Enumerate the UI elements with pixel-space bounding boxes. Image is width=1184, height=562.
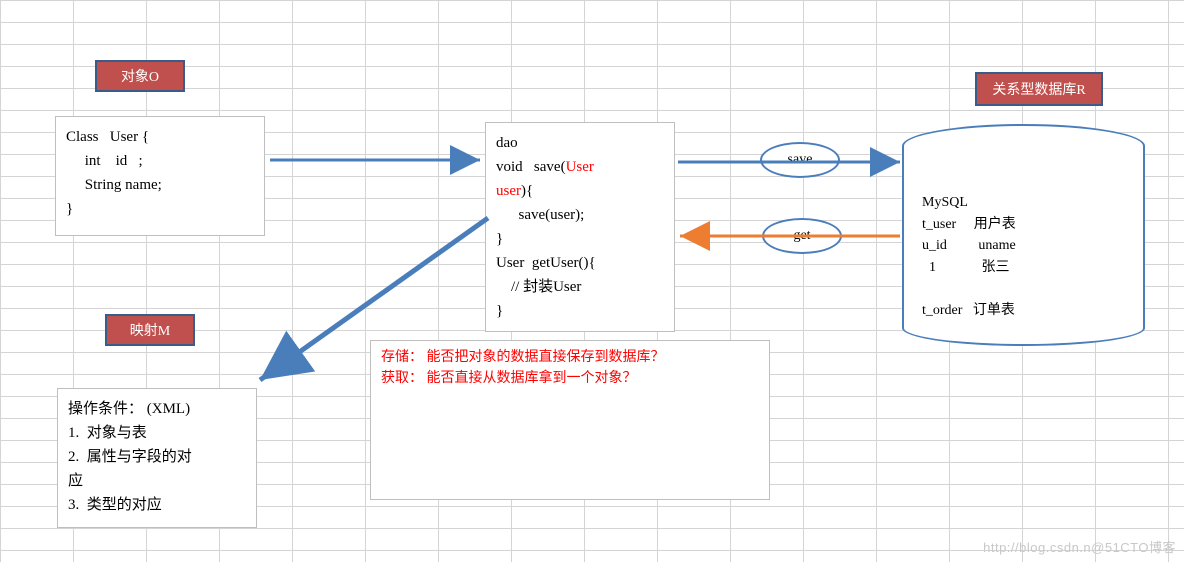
label-database: 关系型数据库R	[975, 72, 1103, 106]
question-store: 存储： 能否把对象的数据直接保存到数据库？	[381, 347, 759, 368]
dao-l7: // 封装User	[496, 279, 581, 295]
xml-conditions-box: 操作条件： (XML) 1. 对象与表 2. 属性与字段的对 应 3. 类型的对…	[57, 388, 257, 528]
dao-l2a: void save(	[496, 159, 566, 175]
label-object: 对象O	[95, 60, 185, 92]
ellipse-get: get	[762, 218, 842, 254]
watermark: http://blog.csdn.n@51CTO博客	[983, 537, 1176, 556]
dao-l4: save(user);	[496, 207, 584, 223]
watermark-text: http://blog.csdn.n@51CTO博客	[983, 540, 1176, 555]
dao-l6: User getUser(){	[496, 255, 596, 271]
ellipse-get-text: get	[793, 228, 810, 244]
dao-l1: dao	[496, 135, 518, 151]
question-get: 获取： 能否直接从数据库拿到一个对象？	[381, 368, 759, 389]
dao-l2b: User	[566, 159, 594, 175]
dao-l3b: ){	[521, 183, 533, 199]
db-content: MySQL t_user 用户表 u_id uname 1 张三 t_order…	[922, 192, 1016, 322]
label-database-text: 关系型数据库R	[992, 79, 1085, 99]
dao-l5: }	[496, 231, 503, 247]
questions-box: 存储： 能否把对象的数据直接保存到数据库？ 获取： 能否直接从数据库拿到一个对象…	[370, 340, 770, 500]
label-mapping-text: 映射M	[130, 320, 170, 340]
ellipse-save-text: save	[788, 152, 813, 168]
dao-l8: }	[496, 303, 503, 319]
label-object-text: 对象O	[121, 66, 159, 86]
dao-box: dao void save(User user){ save(user); } …	[485, 122, 675, 332]
label-mapping: 映射M	[105, 314, 195, 346]
ellipse-save: save	[760, 142, 840, 178]
class-user-box: Class User { int id ; String name; }	[55, 116, 265, 236]
dao-l3a: user	[496, 183, 521, 199]
